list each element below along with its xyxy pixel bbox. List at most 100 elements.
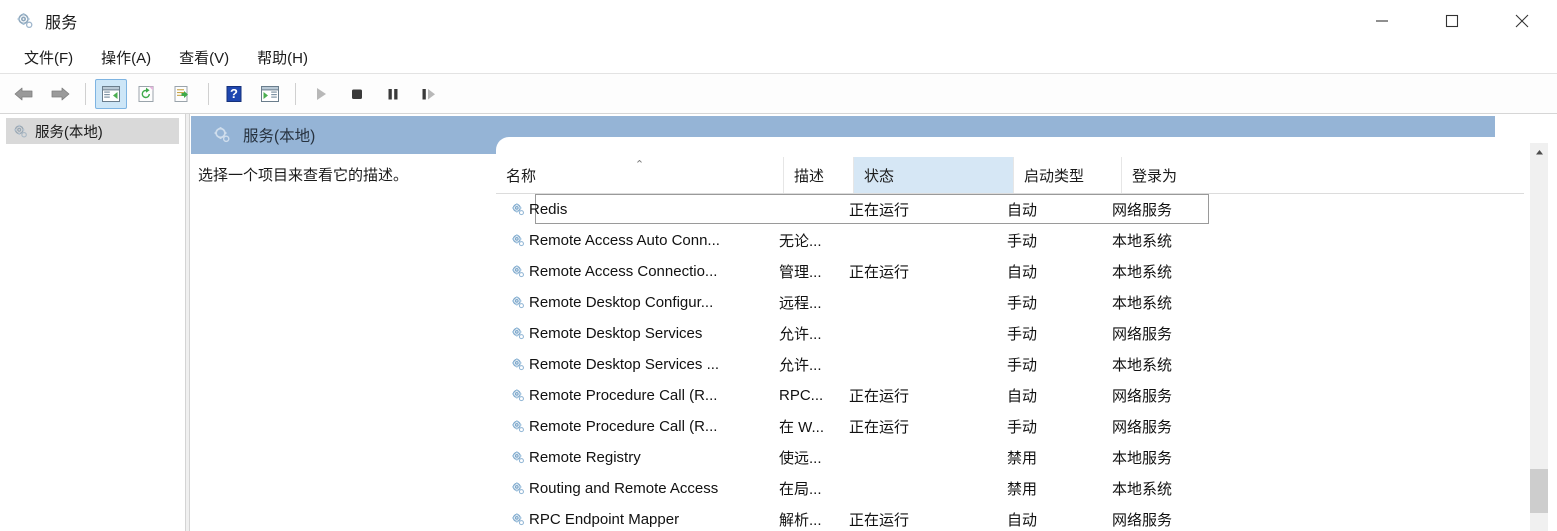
services-list-panel: ⌃ 名称 描述 状态 启动类型 登录为 Redis 正在运行 自动 网络服务 R… <box>496 137 1557 531</box>
console-tree-pane: 服务(本地) <box>0 114 186 531</box>
minimize-button[interactable] <box>1347 0 1417 41</box>
show-action-pane-icon[interactable] <box>254 79 286 109</box>
cell-logon-as: 网络服务 <box>1112 419 1173 436</box>
services-list-inner: ⌃ 名称 描述 状态 启动类型 登录为 Redis 正在运行 自动 网络服务 R… <box>496 137 1524 531</box>
start-service-icon[interactable] <box>305 79 337 109</box>
service-gear-icon <box>496 325 526 342</box>
scrollbar-track[interactable] <box>1530 161 1548 513</box>
cell-startup-type: 手动 <box>1007 233 1038 250</box>
pane-splitter[interactable] <box>186 114 190 531</box>
cell-logon-as: 网络服务 <box>1112 202 1173 219</box>
service-gear-icon <box>496 263 526 280</box>
help-icon[interactable]: ? <box>218 79 250 109</box>
table-row[interactable]: Remote Desktop Services ... 允许... 手动 本地系统 <box>496 349 1524 380</box>
column-header-startup-type[interactable]: 启动类型 <box>1014 157 1122 193</box>
table-row[interactable]: Remote Access Auto Conn... 无论... 手动 本地系统 <box>496 225 1524 256</box>
close-button[interactable] <box>1487 0 1557 41</box>
forward-arrow-icon[interactable] <box>44 79 76 109</box>
vertical-scrollbar[interactable] <box>1530 143 1548 531</box>
cell-description: RPC... <box>779 387 824 404</box>
cell-logon-as: 网络服务 <box>1112 512 1173 529</box>
restart-service-icon[interactable] <box>413 79 445 109</box>
service-gear-icon <box>496 232 526 249</box>
export-list-icon[interactable] <box>167 79 199 109</box>
table-row[interactable]: Remote Registry 使远... 禁用 本地服务 <box>496 442 1524 473</box>
cell-description: 远程... <box>779 295 822 312</box>
column-header-name-label: 名称 <box>506 167 537 185</box>
cell-logon-as: 本地系统 <box>1112 233 1173 250</box>
column-header-startup-type-label: 启动类型 <box>1024 167 1085 185</box>
table-row[interactable]: Remote Access Connectio... 管理... 正在运行 自动 本地系… <box>496 256 1524 287</box>
cell-name: Remote Access Auto Conn... <box>529 232 720 249</box>
service-gear-icon <box>496 356 526 373</box>
column-header-row: ⌃ 名称 描述 状态 启动类型 登录为 <box>496 157 1524 194</box>
table-row[interactable]: Remote Procedure Call (R... 在 W... 正在运行 手动 网… <box>496 411 1524 442</box>
cell-logon-as: 本地系统 <box>1112 481 1173 498</box>
column-header-status[interactable]: 状态 <box>854 157 1014 193</box>
service-gear-icon <box>496 449 526 466</box>
menu-file[interactable]: 文件(F) <box>12 43 85 72</box>
cell-logon-as: 网络服务 <box>1112 388 1173 405</box>
service-gear-icon <box>496 511 526 528</box>
table-row[interactable]: RPC Endpoint Mapper 解析... 正在运行 自动 网络服务 <box>496 504 1524 531</box>
cell-name: Remote Procedure Call (R... <box>529 418 718 435</box>
menu-help[interactable]: 帮助(H) <box>245 43 320 72</box>
stop-service-icon[interactable] <box>341 79 373 109</box>
window-controls <box>1347 0 1557 41</box>
menu-action[interactable]: 操作(A) <box>89 43 163 72</box>
table-row[interactable]: Routing and Remote Access 在局... 禁用 本地系统 <box>496 473 1524 504</box>
cell-description: 在 W... <box>779 419 825 436</box>
cell-logon-as: 本地系统 <box>1112 357 1173 374</box>
services-rows: Redis 正在运行 自动 网络服务 Remote Access Auto Conn.… <box>496 194 1524 531</box>
cell-startup-type: 禁用 <box>1007 481 1038 498</box>
cell-startup-type: 自动 <box>1007 264 1038 281</box>
service-gear-icon <box>496 294 526 311</box>
cell-name: Remote Access Connectio... <box>529 263 718 280</box>
pause-service-icon[interactable] <box>377 79 409 109</box>
maximize-button[interactable] <box>1417 0 1487 41</box>
column-header-name[interactable]: ⌃ 名称 <box>496 157 784 193</box>
column-header-status-label: 状态 <box>864 167 895 185</box>
cell-status: 正在运行 <box>849 202 910 219</box>
cell-name: Remote Desktop Configur... <box>529 294 714 311</box>
cell-description: 无论... <box>779 233 822 250</box>
cell-status <box>846 473 1004 504</box>
toolbar: ? <box>0 74 1557 114</box>
cell-description: 解析... <box>779 512 822 529</box>
cell-name: Redis <box>529 201 568 218</box>
cell-logon-as: 网络服务 <box>1112 326 1173 343</box>
toolbar-separator <box>85 82 86 105</box>
cell-status: 正在运行 <box>849 388 910 405</box>
show-hide-tree-icon[interactable] <box>95 78 127 109</box>
cell-logon-as: 本地服务 <box>1112 450 1173 467</box>
svg-text:?: ? <box>230 86 238 101</box>
scrollbar-thumb[interactable] <box>1530 469 1548 513</box>
table-row[interactable]: Remote Desktop Configur... 远程... 手动 本地系统 <box>496 287 1524 318</box>
tree-node-services-local[interactable]: 服务(本地) <box>6 118 179 144</box>
cell-status <box>846 349 1004 380</box>
service-gear-icon <box>496 201 526 218</box>
service-gear-icon <box>496 387 526 404</box>
refresh-icon[interactable] <box>131 79 163 109</box>
cell-logon-as: 本地系统 <box>1112 295 1173 312</box>
services-window: 服务 文件(F) 操作(A) 查看(V) 帮助(H) ? 服务(本地) 服务(本… <box>0 0 1557 531</box>
cell-startup-type: 手动 <box>1007 357 1038 374</box>
table-row[interactable]: Remote Procedure Call (R... RPC... 正在运行 自动 网… <box>496 380 1524 411</box>
table-row[interactable]: Redis 正在运行 自动 网络服务 <box>496 194 1524 225</box>
column-header-logon-as[interactable]: 登录为 <box>1122 157 1242 193</box>
cell-logon-as: 本地系统 <box>1112 264 1173 281</box>
cell-name: RPC Endpoint Mapper <box>529 511 680 528</box>
back-arrow-icon[interactable] <box>8 79 40 109</box>
detail-header-title: 服务(本地) <box>243 128 316 145</box>
menu-view[interactable]: 查看(V) <box>167 43 241 72</box>
cell-status: 正在运行 <box>849 264 910 281</box>
service-gear-icon <box>496 418 526 435</box>
column-header-description[interactable]: 描述 <box>784 157 854 193</box>
cell-name: Remote Desktop Services <box>529 325 703 342</box>
cell-status <box>846 287 1004 318</box>
cell-description <box>776 194 846 225</box>
scroll-up-button[interactable] <box>1530 143 1548 161</box>
cell-description: 使远... <box>779 450 822 467</box>
table-row[interactable]: Remote Desktop Services 允许... 手动 网络服务 <box>496 318 1524 349</box>
column-header-logon-as-label: 登录为 <box>1132 167 1178 185</box>
